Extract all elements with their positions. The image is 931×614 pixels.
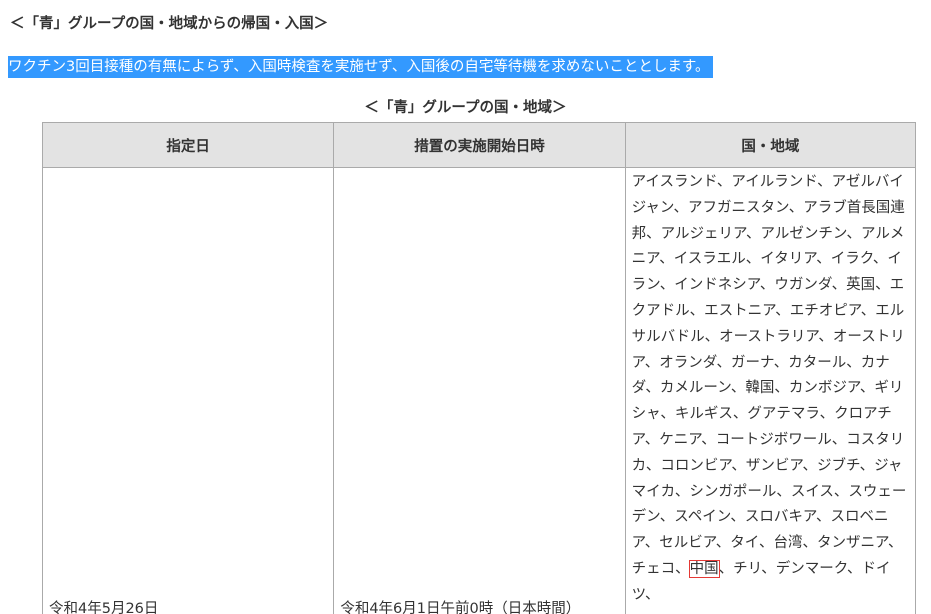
header-start-datetime: 措置の実施開始日時 <box>333 122 626 168</box>
table-row: 令和4年5月26日 令和4年6月1日午前0時（日本時間） アイスランド、アイルラ… <box>41 167 917 614</box>
table-caption: ＜「青」グループの国・地域＞ <box>364 100 567 116</box>
blue-group-table: 指定日 措置の実施開始日時 国・地域 令和4年5月26日 令和4年6月1日午前0… <box>41 122 917 614</box>
cell-countries: アイスランド、アイルランド、アゼルバイジャン、アフガニスタン、アラブ首長国連邦、… <box>624 167 917 614</box>
header-countries: 国・地域 <box>624 122 917 168</box>
country-marked-china: 中国 <box>688 559 720 578</box>
selected-notice-text[interactable]: ワクチン3回目接種の有無によらず、入国時検査を実施せず、入国後の自宅等待機を求め… <box>8 56 714 78</box>
cell-designation-date: 令和4年5月26日 <box>41 167 335 614</box>
section-heading: ＜「青」グループの国・地域からの帰国・入国＞ <box>10 16 329 32</box>
header-designation-date: 指定日 <box>41 122 335 168</box>
cell-start-datetime: 令和4年6月1日午前0時（日本時間） <box>333 167 626 614</box>
table-header-row: 指定日 措置の実施開始日時 国・地域 <box>41 122 917 168</box>
countries-text-before: アイスランド、アイルランド、アゼルバイジャン、アフガニスタン、アラブ首長国連邦、… <box>631 174 907 577</box>
